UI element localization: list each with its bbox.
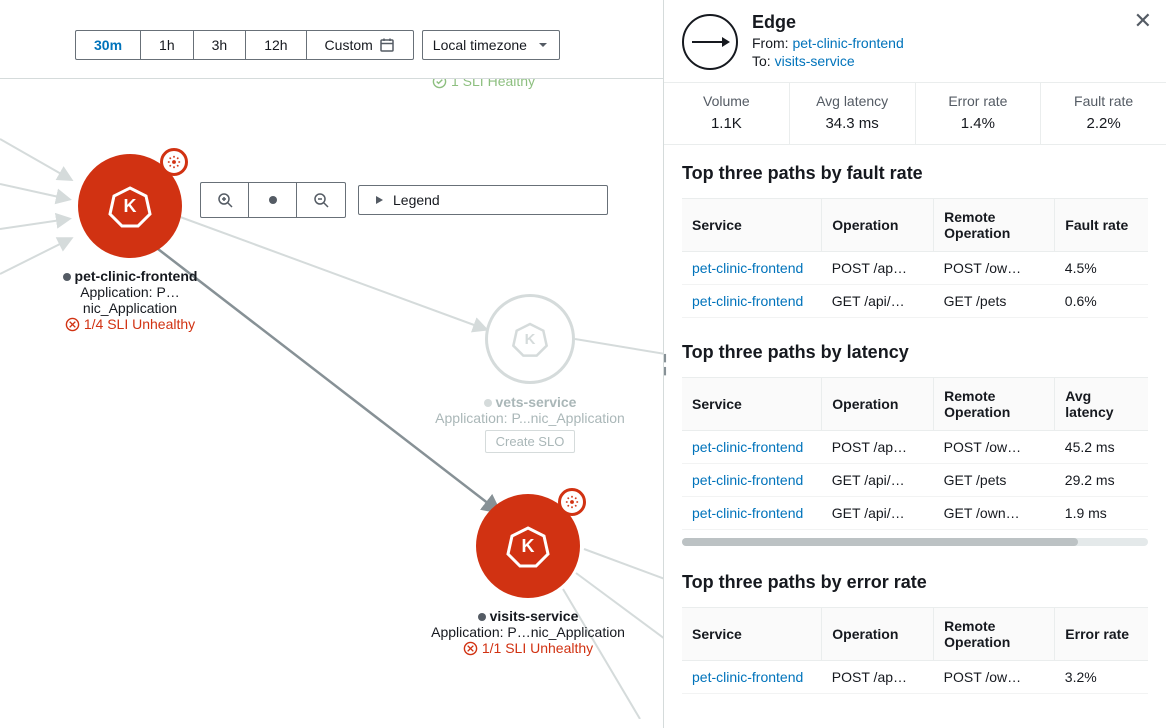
col-remote-operation[interactable]: Remote Operation [934,378,1055,431]
stat-value: 1.4% [916,115,1041,132]
legend-label: Legend [393,192,440,208]
stat-value: 34.3 ms [790,115,915,132]
from-link[interactable]: pet-clinic-frontend [792,35,903,51]
col-service[interactable]: Service [682,378,822,431]
stat-label: Avg latency [790,93,915,109]
section-error-rate: Top three paths by error rate Service Op… [664,554,1166,700]
kubernetes-icon: K [510,319,550,359]
calendar-icon [379,37,395,53]
service-link[interactable]: pet-clinic-frontend [692,293,803,309]
node-title: pet-clinic-frontend [75,268,198,284]
node-subtitle: Application: P…nic_Application [40,284,220,316]
edge-stats: Volume 1.1K Avg latency 34.3 ms Error rate… [664,83,1166,145]
from-label: From: [752,35,789,51]
zoom-fit-button[interactable] [249,183,297,217]
stat-label: Error rate [916,93,1041,109]
service-link[interactable]: pet-clinic-frontend [692,439,803,455]
col-value[interactable]: Fault rate [1055,199,1148,252]
section-fault-rate: Top three paths by fault rate Service Op… [664,145,1166,324]
edge-details-panel: ▮▮ Edge From: pet-clinic-frontend To: vi… [664,0,1166,728]
sli-healthy-badge: 1 SLI Healthy [432,79,535,89]
kubernetes-icon: K [504,522,552,570]
node-title: visits-service [490,608,579,624]
legend-button[interactable]: Legend [358,185,608,215]
caret-down-icon [537,39,549,51]
timezone-label: Local timezone [433,37,527,53]
svg-text:K: K [522,536,535,556]
table-row[interactable]: pet-clinic-frontendGET /api/…GET /pets29… [682,464,1148,497]
stat-value: 2.2% [1041,115,1166,132]
col-service[interactable]: Service [682,608,822,661]
stat-label: Volume [664,93,789,109]
node-vets-service[interactable]: K vets-service Application: P...nic_Appl… [430,294,630,453]
time-range-3h[interactable]: 3h [194,31,247,59]
panel-resize-handle[interactable]: ▮▮ [664,351,667,377]
table-row[interactable]: pet-clinic-frontendPOST /ap…POST /ow…45.… [682,431,1148,464]
gear-icon [160,148,188,176]
node-subtitle: Application: P...nic_Application [430,410,630,426]
time-range-group: 30m 1h 3h 12h Custom [75,30,414,60]
service-link[interactable]: pet-clinic-frontend [692,472,803,488]
table-row[interactable]: pet-clinic-frontendGET /api/…GET /own…1.… [682,497,1148,530]
node-visits-service[interactable]: K visits-service Application: P…nic_Appl… [428,494,628,659]
time-range-30m[interactable]: 30m [76,31,141,59]
col-operation[interactable]: Operation [822,608,934,661]
kubernetes-icon: K [106,182,154,230]
time-range-1h[interactable]: 1h [141,31,194,59]
service-link[interactable]: pet-clinic-frontend [692,669,803,685]
close-icon[interactable]: ✕ [1134,10,1152,32]
section-title: Top three paths by latency [682,342,1148,363]
to-link[interactable]: visits-service [775,53,855,69]
node-title: vets-service [496,394,577,410]
node-pet-clinic-frontend[interactable]: K pet-clinic-frontend Application: P…nic… [40,154,220,335]
table-row[interactable]: pet-clinic-frontendPOST /ap…POST /ow…4.5… [682,252,1148,285]
col-service[interactable]: Service [682,199,822,252]
zoom-out-button[interactable] [297,183,345,217]
sli-unhealthy-badge: 1/4 SLI Unhealthy [65,316,195,332]
svg-text:K: K [525,331,536,348]
service-link[interactable]: pet-clinic-frontend [692,505,803,521]
table-row[interactable]: pet-clinic-frontendPOST /ap…POST /ow…3.2… [682,661,1148,694]
section-latency: Top three paths by latency Service Opera… [664,324,1166,536]
col-remote-operation[interactable]: Remote Operation [934,199,1055,252]
section-title: Top three paths by fault rate [682,163,1148,184]
stat-label: Fault rate [1041,93,1166,109]
stat-value: 1.1K [664,115,789,132]
timezone-select[interactable]: Local timezone [422,30,560,60]
col-operation[interactable]: Operation [822,199,934,252]
svg-text:K: K [124,196,137,216]
gear-icon [558,488,586,516]
time-range-12h[interactable]: 12h [246,31,306,59]
col-operation[interactable]: Operation [822,378,934,431]
custom-range-label: Custom [325,37,373,53]
zoom-controls [200,182,346,218]
horizontal-scrollbar[interactable] [682,538,1148,546]
time-toolbar: 30m 1h 3h 12h Custom Local timezone [0,0,663,79]
col-value[interactable]: Error rate [1055,608,1148,661]
col-remote-operation[interactable]: Remote Operation [934,608,1055,661]
service-link[interactable]: pet-clinic-frontend [692,260,803,276]
node-subtitle: Application: P…nic_Application [428,624,628,640]
time-range-custom[interactable]: Custom [307,31,413,59]
col-value[interactable]: Avg latency [1055,378,1148,431]
sli-unhealthy-badge: 1/1 SLI Unhealthy [463,640,593,656]
service-map-canvas[interactable]: 1 SLI Healthy Legend [0,79,663,728]
create-slo-button[interactable]: Create SLO [485,430,576,453]
section-title: Top three paths by error rate [682,572,1148,593]
edge-icon [682,14,738,70]
panel-title: Edge [752,12,904,33]
to-label: To: [752,53,771,69]
play-icon [373,194,385,206]
table-row[interactable]: pet-clinic-frontendGET /api/…GET /pets0.… [682,285,1148,318]
